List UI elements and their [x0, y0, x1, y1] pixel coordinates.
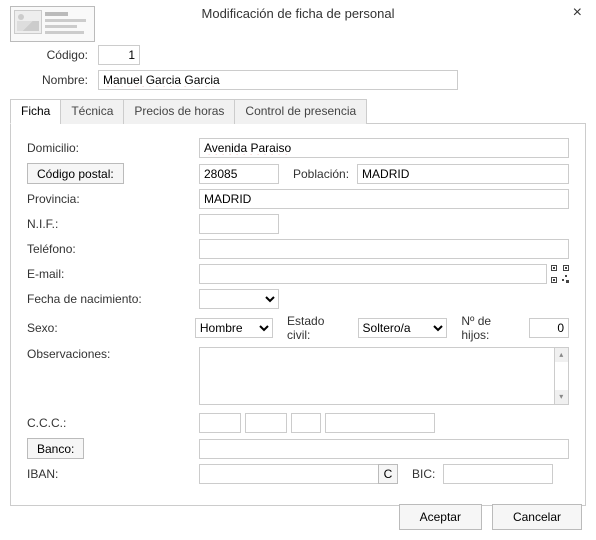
ccc-input-1[interactable]	[199, 413, 241, 433]
bic-label: BIC:	[412, 467, 435, 481]
dialog-title: Modificación de ficha de personal ×	[0, 0, 596, 25]
domicilio-input[interactable]	[199, 138, 569, 158]
poblacion-input[interactable]	[357, 164, 569, 184]
tab-precios[interactable]: Precios de horas	[123, 99, 235, 124]
ccc-label: C.C.C.:	[27, 416, 199, 430]
banco-input[interactable]	[199, 439, 569, 459]
estado-civil-select[interactable]: Soltero/a	[358, 318, 448, 338]
scroll-down-icon[interactable]: ▾	[555, 390, 568, 404]
poblacion-label: Población:	[293, 167, 349, 181]
hijos-label: Nº de hijos:	[461, 314, 521, 342]
codigo-postal-input[interactable]	[199, 164, 279, 184]
codigo-postal-button[interactable]: Código postal:	[27, 163, 124, 184]
tab-tecnica[interactable]: Técnica	[60, 99, 124, 124]
cancel-button[interactable]: Cancelar	[492, 504, 582, 530]
iban-calc-button[interactable]: C	[378, 464, 398, 484]
textarea-scrollbar[interactable]: ▴ ▾	[555, 347, 569, 405]
observaciones-textarea[interactable]	[199, 347, 555, 405]
telefono-label: Teléfono:	[27, 242, 199, 256]
nombre-label: Nombre:	[16, 73, 88, 87]
close-icon[interactable]: ×	[573, 4, 582, 22]
ok-button[interactable]: Aceptar	[399, 504, 482, 530]
provincia-input[interactable]	[199, 189, 569, 209]
iban-input[interactable]	[199, 464, 379, 484]
email-input[interactable]	[199, 264, 547, 284]
domicilio-label: Domicilio:	[27, 141, 199, 155]
dialog-title-text: Modificación de ficha de personal	[202, 6, 395, 21]
iban-label: IBAN:	[27, 467, 199, 481]
telefono-input[interactable]	[199, 239, 569, 259]
ccc-input-4[interactable]	[325, 413, 435, 433]
scroll-up-icon[interactable]: ▴	[555, 348, 568, 362]
nif-label: N.I.F.:	[27, 217, 199, 231]
fecha-nacimiento-select[interactable]	[199, 289, 279, 309]
hijos-input[interactable]	[529, 318, 569, 338]
nombre-input[interactable]	[98, 70, 458, 90]
estado-civil-label: Estado civil:	[287, 314, 350, 342]
fecha-nacimiento-label: Fecha de nacimiento:	[27, 292, 199, 306]
provincia-label: Provincia:	[27, 192, 199, 206]
ccc-input-3[interactable]	[291, 413, 321, 433]
tab-control[interactable]: Control de presencia	[234, 99, 367, 124]
email-label: E-mail:	[27, 267, 199, 281]
banco-button[interactable]: Banco:	[27, 438, 84, 459]
tab-bar: Ficha Técnica Precios de horas Control d…	[10, 98, 586, 124]
bic-input[interactable]	[443, 464, 553, 484]
sexo-select[interactable]: Hombre	[195, 318, 273, 338]
tab-ficha[interactable]: Ficha	[10, 99, 61, 124]
observaciones-label: Observaciones:	[27, 347, 199, 361]
qr-icon[interactable]	[551, 265, 569, 283]
sexo-label: Sexo:	[27, 321, 195, 335]
codigo-input[interactable]	[98, 45, 140, 65]
tab-panel-ficha: Domicilio: Código postal: Población: Pro…	[10, 124, 586, 506]
codigo-label: Código:	[16, 48, 88, 62]
ccc-input-2[interactable]	[245, 413, 287, 433]
nif-input[interactable]	[199, 214, 279, 234]
